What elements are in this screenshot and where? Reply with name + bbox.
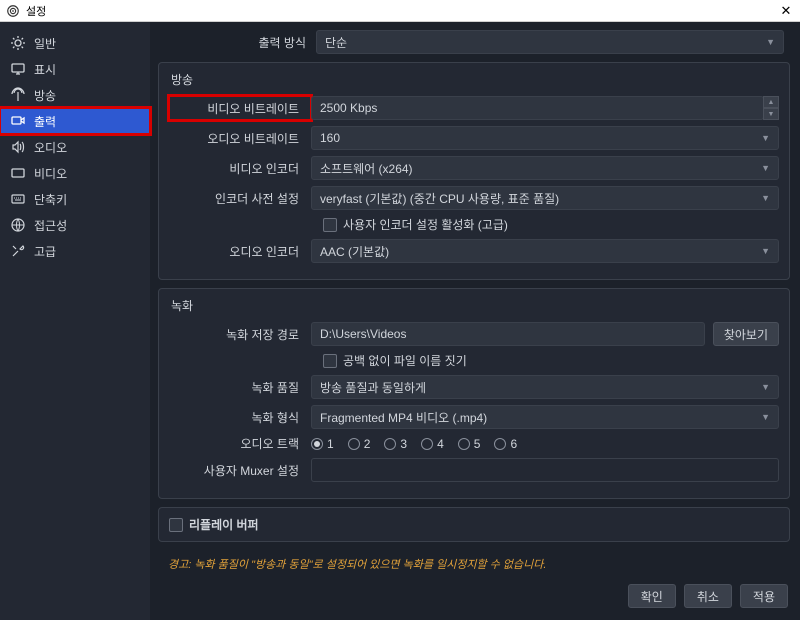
monitor-icon	[10, 61, 26, 77]
app-icon	[6, 4, 20, 18]
stream-panel: 방송 비디오 비트레이트 2500 Kbps ▲ ▼ 오디오 비트레이트 160…	[158, 62, 790, 280]
sidebar-item-label: 출력	[34, 113, 56, 130]
audio-encoder-label: 오디오 인코더	[169, 243, 311, 260]
record-panel: 녹화 녹화 저장 경로 D:\Users\Videos 찾아보기 공백 없이 파…	[158, 288, 790, 499]
speaker-icon	[10, 139, 26, 155]
sidebar-item-label: 비디오	[34, 165, 67, 182]
record-format-dropdown[interactable]: Fragmented MP4 비디오 (.mp4) ▼	[311, 405, 779, 429]
sidebar-item-output[interactable]: 출력	[0, 108, 150, 134]
video-bitrate-label: 비디오 비트레이트	[169, 96, 311, 120]
sidebar-item-label: 접근성	[34, 217, 67, 234]
record-format-label: 녹화 형식	[169, 409, 311, 426]
custom-encoder-label: 사용자 인코더 설정 활성화 (고급)	[343, 216, 508, 233]
warning-text: 경고: 녹화 품질이 "방송과 동일"로 설정되어 있으면 녹화를 일시정지할 …	[158, 550, 790, 578]
muxer-input[interactable]	[311, 458, 779, 482]
sidebar-item-video[interactable]: 비디오	[0, 160, 150, 186]
sidebar-item-label: 방송	[34, 87, 56, 104]
chevron-down-icon: ▼	[761, 193, 770, 203]
gear-icon	[10, 35, 26, 51]
nospace-checkbox-row[interactable]: 공백 없이 파일 이름 짓기	[323, 352, 779, 369]
video-bitrate-value: 2500 Kbps	[320, 101, 377, 115]
chevron-down-icon: ▼	[761, 246, 770, 256]
sidebar-item-advanced[interactable]: 고급	[0, 238, 150, 264]
sidebar-item-accessibility[interactable]: 접근성	[0, 212, 150, 238]
chevron-down-icon: ▼	[761, 163, 770, 173]
encoder-preset-label: 인코더 사전 설정	[169, 190, 311, 207]
chevron-down-icon: ▼	[761, 133, 770, 143]
content: 출력 방식 단순 ▼ 방송 비디오 비트레이트 2500 Kbps ▲ ▼ 오디…	[150, 22, 800, 620]
replay-buffer-checkbox[interactable]	[169, 518, 183, 532]
audio-track-5[interactable]	[458, 438, 470, 450]
antenna-icon	[10, 87, 26, 103]
sidebar-item-label: 오디오	[34, 139, 67, 156]
sidebar-item-label: 단축키	[34, 191, 67, 208]
audio-encoder-value: AAC (기본값)	[320, 243, 389, 260]
encoder-preset-value: veryfast (기본값) (중간 CPU 사용량, 표준 품질)	[320, 190, 559, 207]
audio-bitrate-value: 160	[320, 131, 340, 145]
sidebar-item-label: 일반	[34, 35, 56, 52]
stream-panel-title: 방송	[171, 71, 779, 88]
audio-bitrate-dropdown[interactable]: 160 ▼	[311, 126, 779, 150]
custom-encoder-checkbox-row[interactable]: 사용자 인코더 설정 활성화 (고급)	[323, 216, 779, 233]
sidebar-item-display[interactable]: 표시	[0, 56, 150, 82]
nospace-checkbox[interactable]	[323, 354, 337, 368]
chevron-down-icon: ▼	[761, 382, 770, 392]
encoder-preset-dropdown[interactable]: veryfast (기본값) (중간 CPU 사용량, 표준 품질) ▼	[311, 186, 779, 210]
audio-track-1[interactable]	[311, 438, 323, 450]
chevron-down-icon: ▼	[766, 37, 775, 47]
output-mode-value: 단순	[325, 34, 347, 51]
audio-bitrate-label: 오디오 비트레이트	[169, 130, 311, 147]
browse-button[interactable]: 찾아보기	[713, 322, 779, 346]
window-title: 설정	[26, 3, 778, 19]
audio-track-2[interactable]	[348, 438, 360, 450]
video-encoder-label: 비디오 인코더	[169, 160, 311, 177]
sidebar-item-label: 표시	[34, 61, 56, 78]
video-icon	[10, 165, 26, 181]
chevron-down-icon: ▼	[761, 412, 770, 422]
sidebar: 일반 표시 방송 출력 오디오 비디오 단축키 접근성	[0, 22, 150, 620]
keyboard-icon	[10, 191, 26, 207]
muxer-label: 사용자 Muxer 설정	[169, 462, 311, 479]
footer: 확인 취소 적용	[158, 578, 790, 614]
record-format-value: Fragmented MP4 비디오 (.mp4)	[320, 409, 487, 426]
record-path-value: D:\Users\Videos	[320, 327, 406, 341]
audio-track-3[interactable]	[384, 438, 396, 450]
record-path-label: 녹화 저장 경로	[169, 326, 311, 343]
video-bitrate-up[interactable]: ▲	[763, 96, 779, 108]
ok-button[interactable]: 확인	[628, 584, 676, 608]
replay-panel: 리플레이 버퍼	[158, 507, 790, 542]
output-mode-label: 출력 방식	[164, 34, 316, 51]
nospace-label: 공백 없이 파일 이름 짓기	[343, 352, 467, 369]
apply-button[interactable]: 적용	[740, 584, 788, 608]
sidebar-item-hotkeys[interactable]: 단축키	[0, 186, 150, 212]
sidebar-item-audio[interactable]: 오디오	[0, 134, 150, 160]
sidebar-item-general[interactable]: 일반	[0, 30, 150, 56]
output-mode-dropdown[interactable]: 단순 ▼	[316, 30, 784, 54]
sidebar-item-label: 고급	[34, 243, 56, 260]
output-icon	[10, 113, 26, 129]
video-bitrate-down[interactable]: ▼	[763, 108, 779, 120]
sidebar-item-stream[interactable]: 방송	[0, 82, 150, 108]
audio-encoder-dropdown[interactable]: AAC (기본값) ▼	[311, 239, 779, 263]
record-path-input[interactable]: D:\Users\Videos	[311, 322, 705, 346]
record-panel-title: 녹화	[171, 297, 779, 314]
tools-icon	[10, 243, 26, 259]
audio-track-6[interactable]	[494, 438, 506, 450]
close-button[interactable]: ✕	[778, 3, 794, 19]
cancel-button[interactable]: 취소	[684, 584, 732, 608]
video-encoder-value: 소프트웨어 (x264)	[320, 160, 413, 177]
video-bitrate-input[interactable]: 2500 Kbps	[311, 96, 764, 120]
custom-encoder-checkbox[interactable]	[323, 218, 337, 232]
record-quality-dropdown[interactable]: 방송 품질과 동일하게 ▼	[311, 375, 779, 399]
audio-tracks-label: 오디오 트랙	[169, 435, 311, 452]
video-encoder-dropdown[interactable]: 소프트웨어 (x264) ▼	[311, 156, 779, 180]
audio-track-4[interactable]	[421, 438, 433, 450]
record-quality-label: 녹화 품질	[169, 379, 311, 396]
globe-icon	[10, 217, 26, 233]
replay-buffer-label: 리플레이 버퍼	[189, 516, 259, 533]
record-quality-value: 방송 품질과 동일하게	[320, 379, 426, 396]
audio-tracks-group: 1 2 3 4 5 6	[311, 437, 517, 451]
titlebar: 설정 ✕	[0, 0, 800, 22]
